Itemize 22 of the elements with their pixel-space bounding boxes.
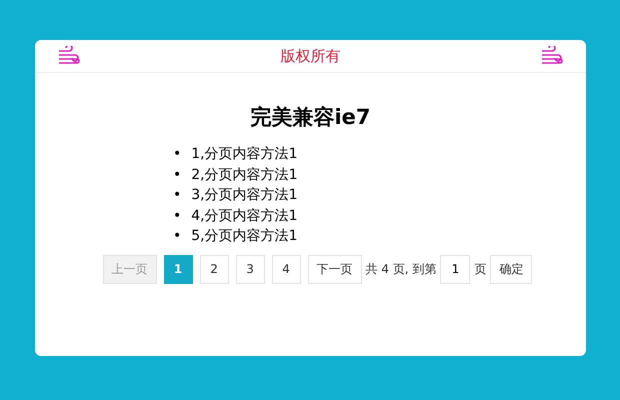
page-number-button[interactable]: 4 <box>272 254 301 284</box>
copyright-title: 版权所有 <box>280 46 340 66</box>
list-item: 4,分页内容方法1 <box>191 206 298 226</box>
page-suffix-text: 页 <box>474 260 486 278</box>
list-bullet: • <box>173 145 182 164</box>
page-heading: 完美兼容ie7 <box>249 104 372 130</box>
list-bullet: • <box>173 186 182 205</box>
list-bullet: • <box>173 206 182 226</box>
wind-icon <box>540 46 564 66</box>
page-number-button[interactable]: 2 <box>200 254 229 284</box>
wind-icon <box>57 46 81 66</box>
list-item: 3,分页内容方法1 <box>191 186 298 205</box>
page-input-field[interactable]: 1 <box>440 254 470 284</box>
list-item: 1,分页内容方法1 <box>191 145 298 164</box>
confirm-button[interactable]: 确定 <box>490 254 532 284</box>
total-pages-text: 共 4 页, 到第 <box>366 260 436 278</box>
next-page-button[interactable]: 下一页 <box>308 254 362 284</box>
list-item: 5,分页内容方法1 <box>191 227 298 246</box>
page-number-button[interactable]: 3 <box>236 254 265 284</box>
list-bullet: • <box>173 227 182 246</box>
list-bullet: • <box>173 166 182 184</box>
list-item: 2,分页内容方法1 <box>191 166 298 184</box>
